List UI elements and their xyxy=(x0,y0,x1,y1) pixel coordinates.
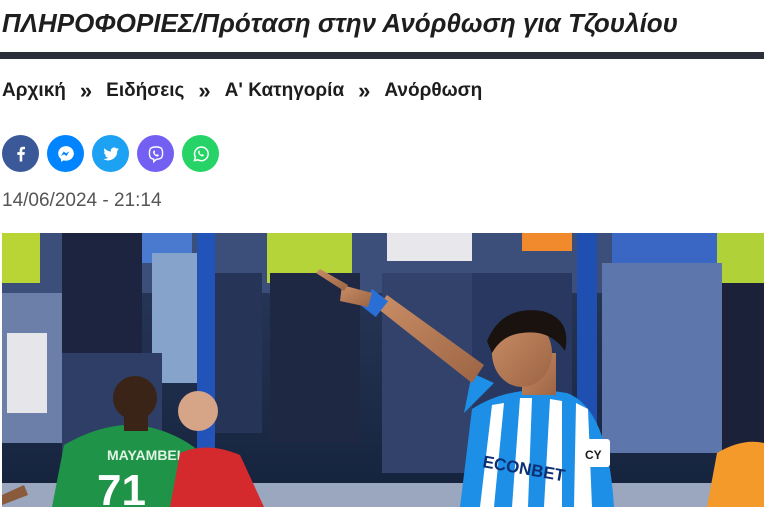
twitter-share-button[interactable] xyxy=(92,135,129,172)
player-number-text: 71 xyxy=(97,466,146,507)
jersey-badge-text: CY xyxy=(585,448,602,462)
breadcrumb-first-division-link[interactable]: Α' Κατηγορία xyxy=(225,80,344,102)
messenger-share-button[interactable] xyxy=(47,135,84,172)
messenger-icon xyxy=(57,145,74,162)
viber-icon xyxy=(148,145,163,163)
breadcrumb: Αρχική » Ειδήσεις » Α' Κατηγορία » Ανόρθ… xyxy=(2,76,482,106)
article-title: ΠΛΗΡΟΦΟΡΙΕΣ/Πρόταση στην Ανόρθωση για Τζ… xyxy=(2,8,679,38)
facebook-icon xyxy=(16,146,25,161)
share-buttons xyxy=(2,135,219,172)
football-photo-image: MAYAMBELA 71 ECONBET CY xyxy=(2,233,764,507)
whatsapp-share-button[interactable] xyxy=(182,135,219,172)
article-date: 14/06/2024 - 21:14 xyxy=(2,190,162,211)
twitter-icon xyxy=(102,146,119,160)
breadcrumb-separator: » xyxy=(198,78,211,103)
article-photo: MAYAMBELA 71 ECONBET CY xyxy=(2,233,764,507)
breadcrumb-home-link[interactable]: Αρχική xyxy=(2,80,66,102)
breadcrumb-anorthosis-link[interactable]: Ανόρθωση xyxy=(384,80,482,102)
whatsapp-icon xyxy=(192,145,209,161)
viber-share-button[interactable] xyxy=(137,135,174,172)
title-divider xyxy=(0,52,764,59)
breadcrumb-news-link[interactable]: Ειδήσεις xyxy=(106,80,184,102)
facebook-share-button[interactable] xyxy=(2,135,39,172)
breadcrumb-separator: » xyxy=(79,78,93,103)
breadcrumb-separator: » xyxy=(358,78,371,103)
